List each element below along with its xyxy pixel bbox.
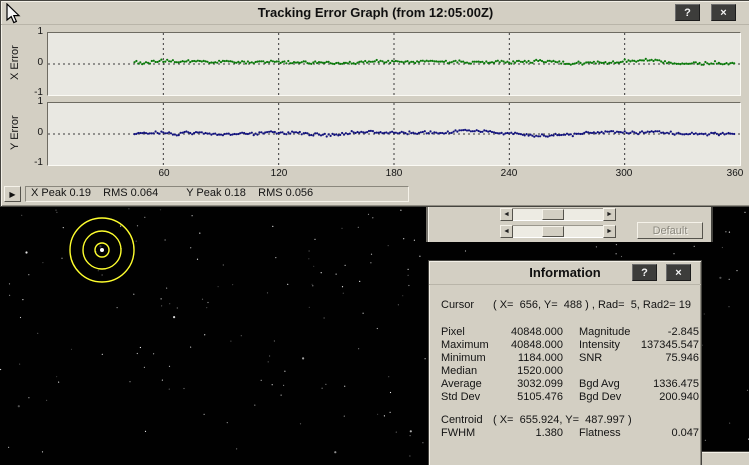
tracked-star bbox=[100, 248, 104, 252]
centroid-label: Centroid bbox=[441, 414, 483, 426]
screen: ◄ ► ◄ ► Default Tracking Error Graph (fr… bbox=[0, 0, 749, 465]
x-error-plot bbox=[47, 32, 741, 96]
y-peak-rms: Y Peak 0.18 RMS 0.056 bbox=[186, 187, 314, 199]
default-button[interactable]: Default bbox=[637, 222, 703, 239]
xtick: 60 bbox=[158, 168, 170, 179]
help-button[interactable]: ? bbox=[632, 264, 657, 281]
stat-label: Median bbox=[441, 365, 478, 377]
scroll-right-button[interactable]: ► bbox=[603, 225, 616, 238]
cursor-label: Cursor bbox=[441, 299, 475, 311]
stat-value bbox=[637, 365, 699, 378]
window-title: Tracking Error Graph (from 12:05:00Z) bbox=[257, 5, 494, 20]
flatness-label: Flatness bbox=[579, 427, 621, 439]
slider-thumb[interactable] bbox=[541, 226, 564, 237]
stat-value: 40848.000 bbox=[511, 326, 563, 338]
close-button[interactable]: × bbox=[666, 264, 691, 281]
stat-label: Pixel bbox=[441, 326, 465, 338]
scroll-right-button[interactable]: ► bbox=[603, 208, 616, 221]
scroll-left-button[interactable]: ◄ bbox=[500, 208, 513, 221]
stat-value: 1336.475 bbox=[653, 378, 699, 390]
stat-label: Bgd Avg bbox=[579, 378, 620, 390]
stat-label: Std Dev bbox=[441, 391, 481, 403]
ytick: 1 bbox=[37, 96, 43, 107]
tracking-stats-panel: X Peak 0.19 RMS 0.064 Y Peak 0.18 RMS 0.… bbox=[25, 186, 409, 202]
x-error-axis-label: X Error bbox=[9, 45, 21, 81]
stat-value: 1184.000 bbox=[517, 352, 563, 364]
stat-label: Magnitude bbox=[579, 326, 631, 338]
stat-label: Maximum bbox=[441, 339, 489, 351]
stat-label bbox=[579, 365, 637, 378]
info-content: Cursor ( X= 656, Y= 488 ) , Rad= 5, Rad2… bbox=[429, 285, 701, 440]
stat-label: Intensity bbox=[579, 339, 620, 351]
stat-value: 200.940 bbox=[659, 391, 699, 403]
stat-value: 3032.099 bbox=[517, 378, 563, 390]
help-button[interactable]: ? bbox=[675, 4, 700, 21]
tracking-statusbar: ▶ X Peak 0.19 RMS 0.064 Y Peak 0.18 RMS … bbox=[4, 185, 409, 203]
xtick: 180 bbox=[385, 168, 403, 179]
stat-value: 5105.476 bbox=[517, 391, 563, 403]
x-peak-rms: X Peak 0.19 RMS 0.064 bbox=[31, 187, 159, 199]
play-button[interactable]: ▶ bbox=[4, 186, 21, 202]
slider-1: ◄ ► bbox=[500, 208, 616, 221]
ytick: 1 bbox=[37, 26, 43, 37]
stat-label: Minimum bbox=[441, 352, 486, 364]
slider-2: ◄ ► bbox=[500, 225, 616, 238]
stat-value: 137345.547 bbox=[640, 339, 699, 351]
information-window: Information ? × Cursor ( X= 656, Y= 488 … bbox=[428, 260, 702, 465]
tracking-error-window: Tracking Error Graph (from 12:05:00Z) ? … bbox=[0, 0, 749, 207]
window-title: Information bbox=[529, 265, 601, 280]
stat-label: Bgd Dev bbox=[579, 391, 622, 403]
fwhm-label: FWHM bbox=[441, 427, 476, 439]
info-window-titlebar[interactable]: Information ? × bbox=[429, 261, 701, 285]
fwhm-value: 1.380 bbox=[535, 427, 563, 439]
cursor-value: ( X= 656, Y= 488 ) , Rad= 5, Rad2= 19 bbox=[493, 299, 691, 311]
y-error-plot bbox=[47, 102, 741, 166]
stat-value: -2.845 bbox=[667, 326, 699, 338]
stat-label: SNR bbox=[579, 352, 603, 364]
settings-panel: ◄ ► ◄ ► Default bbox=[426, 205, 713, 242]
stat-value: 40848.000 bbox=[511, 339, 563, 351]
scroll-left-button[interactable]: ◄ bbox=[500, 225, 513, 238]
slider-thumb[interactable] bbox=[541, 209, 564, 220]
ytick: -1 bbox=[34, 157, 43, 168]
xtick: 240 bbox=[500, 168, 518, 179]
close-button[interactable]: × bbox=[711, 4, 736, 21]
ytick: 0 bbox=[37, 127, 43, 138]
ytick: 0 bbox=[37, 57, 43, 68]
slider-track[interactable] bbox=[513, 225, 603, 238]
xtick: 120 bbox=[270, 168, 288, 179]
stat-value: 1520.000 bbox=[517, 365, 563, 377]
centroid-value: ( X= 655.924, Y= 487.997 ) bbox=[493, 414, 632, 426]
flatness-value: 0.047 bbox=[671, 427, 699, 439]
xtick: 300 bbox=[615, 168, 633, 179]
slider-track[interactable] bbox=[513, 208, 603, 221]
stat-value: 75.946 bbox=[665, 352, 699, 364]
target-reticle bbox=[69, 217, 135, 283]
y-error-axis-label: Y Error bbox=[9, 115, 21, 151]
xtick: 360 bbox=[726, 168, 744, 179]
tracking-window-titlebar[interactable]: Tracking Error Graph (from 12:05:00Z) ? … bbox=[1, 1, 749, 25]
stat-label: Average bbox=[441, 378, 482, 390]
